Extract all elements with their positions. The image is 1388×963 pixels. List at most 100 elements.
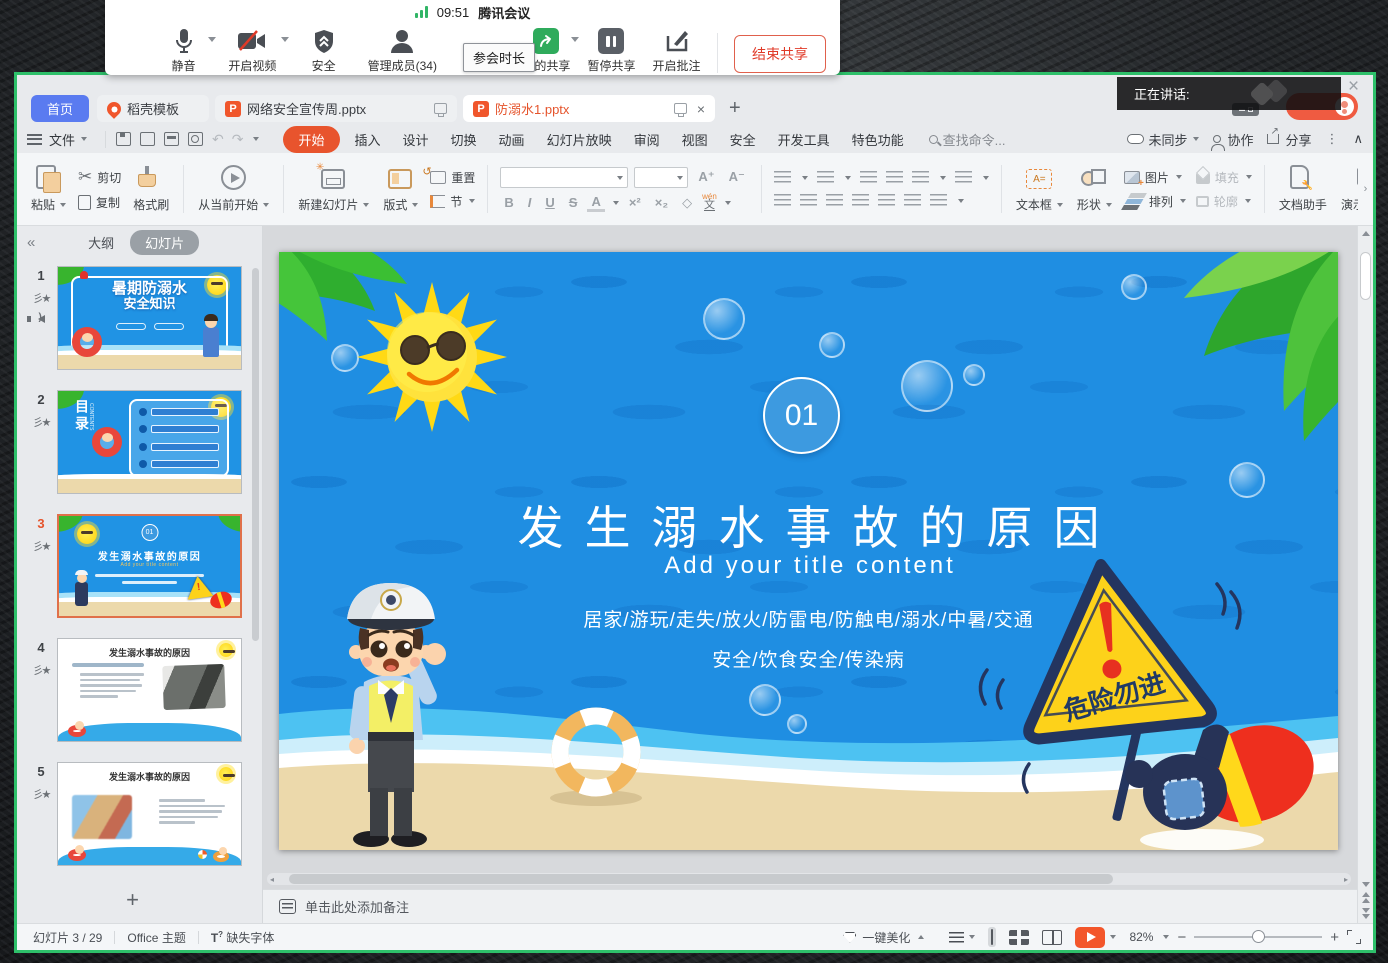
chevron-down-icon[interactable] [725,201,731,205]
textbox-options-icon[interactable] [955,171,972,184]
text-direction-icon[interactable] [912,171,929,184]
missing-font-button[interactable]: T? 缺失字体 [199,929,287,946]
start-video-button[interactable]: 开启视频 [218,27,287,74]
fill-button[interactable]: 填充 [1196,169,1252,186]
slide-thumbnail-3-selected[interactable]: 01 发生溺水事故的原因 Add your title content [57,514,242,618]
outline-tab[interactable]: 大纲 [88,233,114,252]
outline-button[interactable]: 轮廓 [1196,193,1252,210]
format-painter-button[interactable]: 格式刷 [126,165,176,213]
doc-assistant-button[interactable]: 文档助手 [1272,165,1334,213]
add-slide-button[interactable]: + [17,887,248,913]
align-center-icon[interactable] [800,194,817,207]
reading-view-button[interactable] [1042,930,1062,945]
slide-editing-surface[interactable]: 01 发生溺水事故的原因 Add your title content 居家/游… [279,252,1338,850]
menu-tab-security[interactable]: 安全 [719,126,767,153]
decrease-indent-icon[interactable] [860,171,877,184]
chevron-down-icon[interactable] [1163,935,1169,939]
slideshow-play-button[interactable] [1075,927,1105,948]
textbox-button[interactable]: A= 文本框 [1009,165,1070,213]
notes-placeholder[interactable]: 单击此处添加备注 [305,897,409,916]
normal-view-button[interactable] [988,927,996,947]
more-options-icon[interactable]: ⋮ [1325,131,1339,147]
slide-thumbnail-5[interactable]: 发生溺水事故的原因 [57,762,242,866]
vertical-scrollbar[interactable] [1357,226,1373,923]
align-right-icon[interactable] [826,194,843,207]
export-icon[interactable] [140,132,155,146]
print-preview-icon[interactable] [188,132,203,146]
section-button[interactable]: 节 [430,193,475,210]
superscript-button[interactable]: ×² [625,195,645,210]
tab-docer-templates[interactable]: 稻壳模板 [97,95,209,122]
next-slide-button[interactable] [1358,908,1373,919]
chevron-down-icon[interactable] [253,137,259,141]
tab-document-1[interactable]: P 网络安全宣传周.pptx [215,95,457,122]
decrease-font-button[interactable]: A⁻ [725,169,749,185]
font-size-combo[interactable] [634,167,688,188]
slide-thumbnail-1[interactable]: 暑期防溺水 安全知识 [57,266,242,370]
new-slide-button[interactable]: 新建幻灯片 [291,165,376,213]
menu-tab-slideshow[interactable]: 幻灯片放映 [536,126,623,153]
end-share-button[interactable]: 结束共享 [734,35,826,73]
slide-sorter-view-button[interactable] [1009,930,1029,945]
scroll-down-icon[interactable] [1362,882,1370,887]
annotate-button[interactable]: 开启批注 [646,27,707,74]
bullet-list-icon[interactable] [774,171,791,184]
zoom-level[interactable]: 82% [1129,930,1153,944]
zoom-slider-thumb[interactable] [1252,930,1265,943]
copy-button[interactable]: 复制 [78,194,121,211]
strikethrough-button[interactable]: S [565,195,582,210]
horizontal-scrollbar[interactable]: ◂ ▸ [267,873,1351,885]
line-spacing-icon[interactable] [904,194,921,207]
justify-icon[interactable] [852,194,869,207]
horizontal-scrollbar-thumb[interactable] [289,874,1113,884]
menu-tab-devtools[interactable]: 开发工具 [767,126,841,153]
reset-button[interactable]: 重置 [430,169,475,186]
share-button[interactable]: 分享 [1267,130,1311,149]
play-from-current-button[interactable]: 从当前开始 [191,165,276,213]
notes-bar[interactable]: 单击此处添加备注 [263,889,1357,923]
pause-share-button[interactable]: 暂停共享 [581,27,642,74]
paragraph-spacing-icon[interactable] [930,194,947,207]
slide-thumbnail-2[interactable]: 目录 CONTENTS [57,390,242,494]
clear-format-button[interactable]: ◇ [678,195,696,211]
menu-tab-features[interactable]: 特色功能 [841,126,915,153]
menu-tab-transition[interactable]: 切换 [440,126,488,153]
numbered-list-icon[interactable] [817,171,834,184]
chevron-down-icon[interactable] [1110,935,1116,939]
print-icon[interactable] [164,132,179,146]
arrange-button[interactable]: 排列 [1124,193,1186,210]
scroll-up-icon[interactable] [1362,231,1370,236]
font-color-button[interactable]: A [587,194,604,212]
distribute-icon[interactable] [878,194,895,207]
command-search[interactable]: 查找命令... [929,130,1006,149]
layout-button[interactable]: 版式 [376,165,425,213]
save-icon[interactable] [116,132,131,146]
tab-close-icon[interactable]: × [697,101,705,117]
zoom-slider[interactable] [1194,936,1322,938]
increase-font-button[interactable]: A⁺ [694,169,718,185]
shapes-button[interactable]: 形状 [1070,165,1119,213]
slide-thumbnail-4[interactable]: 发生溺水事故的原因 [57,638,242,742]
sidebar-scrollbar[interactable] [250,262,261,883]
bold-button[interactable]: B [500,195,517,210]
collapse-ribbon-icon[interactable]: ∧ [1353,131,1363,147]
menu-tab-insert[interactable]: 插入 [344,126,392,153]
chevron-down-icon[interactable] [613,201,619,205]
align-left-icon[interactable] [774,194,791,207]
cut-button[interactable]: ✂ 剪切 [78,167,121,187]
menu-file[interactable]: 文件 [49,130,87,149]
menu-tab-animation[interactable]: 动画 [488,126,536,153]
toolbar-expand-button[interactable]: › [1358,161,1373,217]
theme-name[interactable]: Office 主题 [115,929,197,946]
picture-button[interactable]: 图片 [1124,169,1186,186]
slides-tab-active[interactable]: 幻灯片 [130,230,199,255]
undo-icon[interactable]: ↶ [212,131,224,148]
fit-to-window-icon[interactable] [1347,930,1361,944]
new-tab-button[interactable]: + [729,97,741,120]
paste-button[interactable]: 粘贴 [24,165,73,213]
section-number-badge[interactable]: 01 [763,377,840,454]
hamburger-menu-icon[interactable] [27,134,42,145]
italic-button[interactable]: I [524,195,536,210]
scroll-right-icon[interactable]: ▸ [1344,875,1348,884]
collaborate-button[interactable]: 协作 [1213,130,1253,149]
